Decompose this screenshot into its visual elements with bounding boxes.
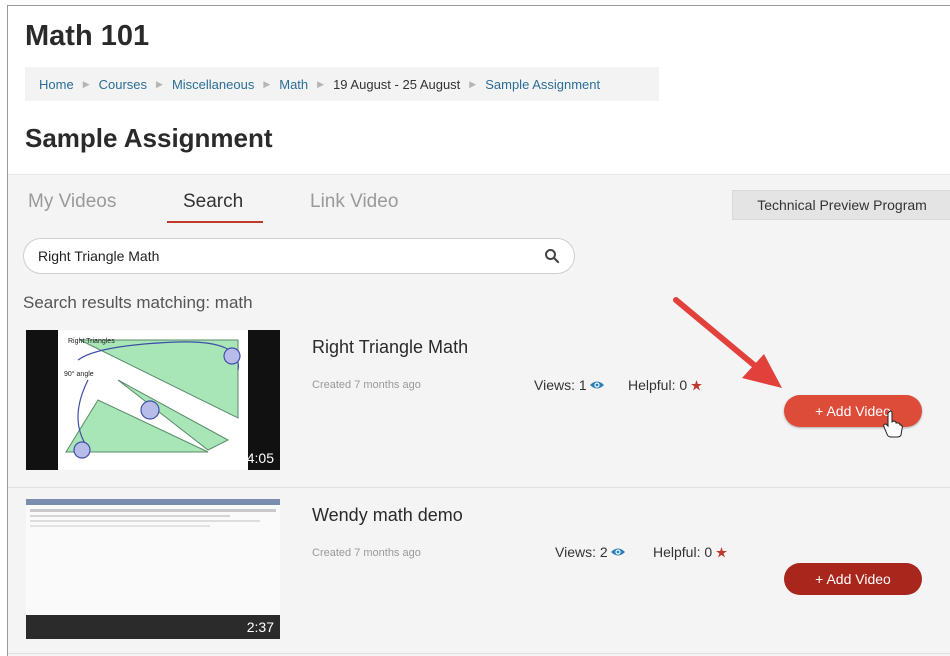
technical-preview-button[interactable]: Technical Preview Program	[732, 190, 950, 220]
views-count: Views: 2	[555, 544, 626, 560]
helpful-count: Helpful: 0	[653, 544, 728, 560]
video-created: Created 7 months ago	[312, 547, 421, 559]
thumbnail-caption-1: Right Triangles	[68, 338, 115, 345]
row-divider	[8, 487, 950, 488]
views-label: Views: 1	[534, 377, 587, 393]
breadcrumb-separator-icon: ▶	[263, 78, 271, 89]
video-title[interactable]: Wendy math demo	[312, 505, 463, 526]
breadcrumb-separator-icon: ▶	[156, 78, 163, 89]
video-duration: 2:37	[246, 619, 274, 635]
breadcrumb-home[interactable]: Home	[39, 77, 74, 92]
breadcrumb-courses[interactable]: Courses	[99, 77, 147, 92]
breadcrumb-separator-icon: ▶	[469, 78, 477, 89]
search-box	[23, 238, 575, 274]
tab-my-videos[interactable]: My Videos	[28, 191, 116, 213]
row-divider	[8, 653, 950, 654]
spreadsheet-screenshot-icon	[26, 499, 280, 639]
video-thumbnail[interactable]: Right Triangles 90° angle 4:05	[26, 330, 280, 470]
star-icon	[691, 379, 703, 390]
triangle-diagram-icon: Right Triangles 90° angle	[64, 338, 241, 459]
breadcrumb-week: 19 August - 25 August	[333, 76, 461, 92]
breadcrumb-separator-icon: ▶	[82, 78, 90, 89]
eye-icon	[589, 381, 604, 389]
course-title: Math 101	[25, 20, 150, 52]
breadcrumb-separator-icon: ▶	[317, 78, 325, 89]
tab-link-video[interactable]: Link Video	[310, 191, 398, 213]
breadcrumb: Home ▶ Courses ▶ Miscellaneous ▶ Math ▶ …	[25, 67, 659, 101]
views-count: Views: 1	[534, 377, 605, 393]
result-row: Right Triangles 90° angle 4:05 Right Tri…	[8, 323, 950, 485]
tab-search[interactable]: Search	[183, 191, 243, 213]
helpful-label: Helpful: 0	[628, 377, 688, 393]
breadcrumb-sample-assignment[interactable]: Sample Assignment	[485, 77, 600, 92]
lms-window: Math 101 Home ▶ Courses ▶ Miscellaneous …	[7, 5, 950, 656]
video-panel: My Videos Search Link Video Technical Pr…	[8, 174, 950, 656]
eye-icon	[610, 548, 625, 556]
search-input[interactable]	[38, 248, 518, 264]
star-icon	[716, 546, 728, 557]
results-label: Search results matching: math	[23, 293, 253, 312]
active-tab-indicator	[167, 221, 263, 223]
helpful-label: Helpful: 0	[653, 544, 713, 560]
video-duration: 4:05	[246, 450, 274, 466]
breadcrumb-miscellaneous[interactable]: Miscellaneous	[172, 77, 254, 92]
video-title[interactable]: Right Triangle Math	[312, 337, 468, 358]
thumbnail-image: Right Triangles 90° angle	[58, 330, 248, 470]
page-title: Sample Assignment	[25, 123, 273, 153]
video-thumbnail[interactable]: 2:37	[26, 499, 280, 639]
result-row: 2:37 Wendy math demo Created 7 months ag…	[8, 491, 950, 653]
add-video-button[interactable]: + Add Video	[784, 563, 922, 595]
helpful-count: Helpful: 0	[628, 377, 703, 393]
search-icon[interactable]	[544, 248, 560, 264]
views-label: Views: 2	[555, 544, 608, 560]
hand-pointer-icon	[883, 410, 903, 438]
thumbnail-caption-2: 90° angle	[64, 370, 94, 378]
breadcrumb-math[interactable]: Math	[279, 77, 308, 92]
video-created: Created 7 months ago	[312, 379, 421, 391]
